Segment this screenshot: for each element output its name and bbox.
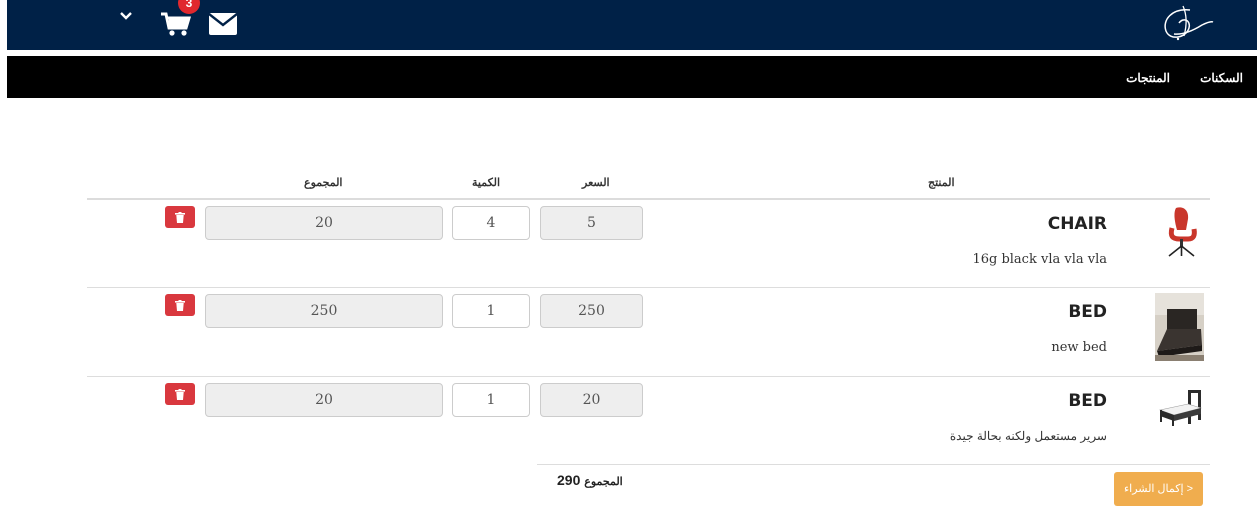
top-header: 3 [7, 0, 1257, 50]
product-description: 16g black vla vla vla [972, 252, 1107, 267]
column-header-price: السعر [582, 177, 610, 189]
calligraphy-logo[interactable] [1150, 4, 1214, 46]
product-name: BED [1068, 302, 1107, 322]
nav-link-residences[interactable]: السكنات [1200, 71, 1243, 85]
cart-total-value: 290 [557, 472, 581, 488]
price-field: 5 [540, 206, 643, 240]
column-header-total: المجموع [304, 177, 343, 189]
checkout-button[interactable]: < إكمال الشراء [1114, 472, 1203, 506]
quantity-input[interactable]: 1 [452, 383, 530, 417]
row-divider [87, 287, 1210, 288]
row-divider [87, 376, 1210, 377]
chevron-down-icon[interactable] [119, 9, 133, 23]
product-description: new bed [1051, 340, 1107, 355]
chair-image [1168, 207, 1197, 257]
bed-image [1155, 293, 1204, 361]
trash-icon [175, 211, 185, 223]
envelope-icon[interactable] [209, 13, 237, 35]
trash-icon [175, 388, 185, 400]
trash-icon [175, 299, 185, 311]
table-header-divider [87, 198, 1210, 200]
price-field: 250 [540, 294, 643, 328]
product-name: BED [1068, 391, 1107, 411]
main-navbar: السكنات المنتجات [7, 56, 1257, 98]
price-field: 20 [540, 383, 643, 417]
delete-item-button[interactable] [165, 294, 195, 316]
row-total-field: 20 [205, 206, 443, 240]
delete-item-button[interactable] [165, 383, 195, 405]
summary-divider [537, 464, 1210, 465]
nav-link-products[interactable]: المنتجات [1126, 71, 1170, 85]
cart-icon[interactable] [160, 11, 194, 37]
cart-total: المجموع 290 [557, 472, 623, 488]
quantity-input[interactable]: 4 [452, 206, 530, 240]
column-header-product: المنتج [928, 177, 955, 189]
column-header-quantity: الكمية [472, 177, 501, 189]
delete-item-button[interactable] [165, 206, 195, 228]
cart-total-label: المجموع [584, 476, 623, 488]
row-total-field: 20 [205, 383, 443, 417]
bed-frame-image [1158, 390, 1202, 426]
row-total-field: 250 [205, 294, 443, 328]
product-name: CHAIR [1047, 214, 1107, 234]
product-description: سرير مستعمل ولكنه بحالة جيدة [949, 429, 1107, 443]
quantity-input[interactable]: 1 [452, 294, 530, 328]
